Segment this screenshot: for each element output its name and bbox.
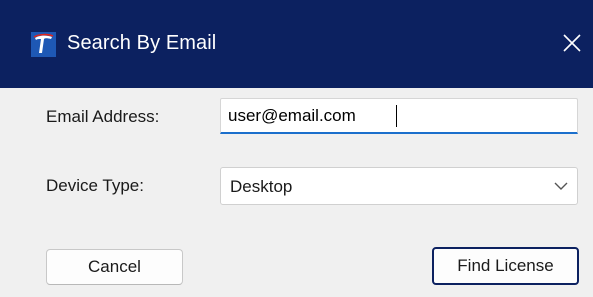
dialog-body: Email Address: Device Type: Desktop Canc…: [0, 88, 593, 297]
chevron-down-icon: [554, 182, 568, 190]
close-button[interactable]: [551, 22, 593, 64]
device-type-selected-value: Desktop: [230, 177, 293, 196]
text-caret: [396, 105, 397, 127]
app-logo-icon: [31, 32, 56, 57]
device-type-select[interactable]: Desktop: [220, 167, 578, 205]
find-license-button[interactable]: Find License: [432, 247, 579, 285]
close-icon: [563, 34, 581, 52]
window-title: Search By Email: [67, 32, 217, 54]
search-by-email-dialog: Search By Email Email Address: Device Ty…: [0, 0, 593, 297]
cancel-button[interactable]: Cancel: [46, 249, 183, 285]
title-bar: Search By Email: [0, 0, 593, 88]
device-type-label: Device Type:: [46, 176, 144, 195]
email-address-input[interactable]: [220, 98, 578, 134]
email-address-label: Email Address:: [46, 107, 160, 126]
